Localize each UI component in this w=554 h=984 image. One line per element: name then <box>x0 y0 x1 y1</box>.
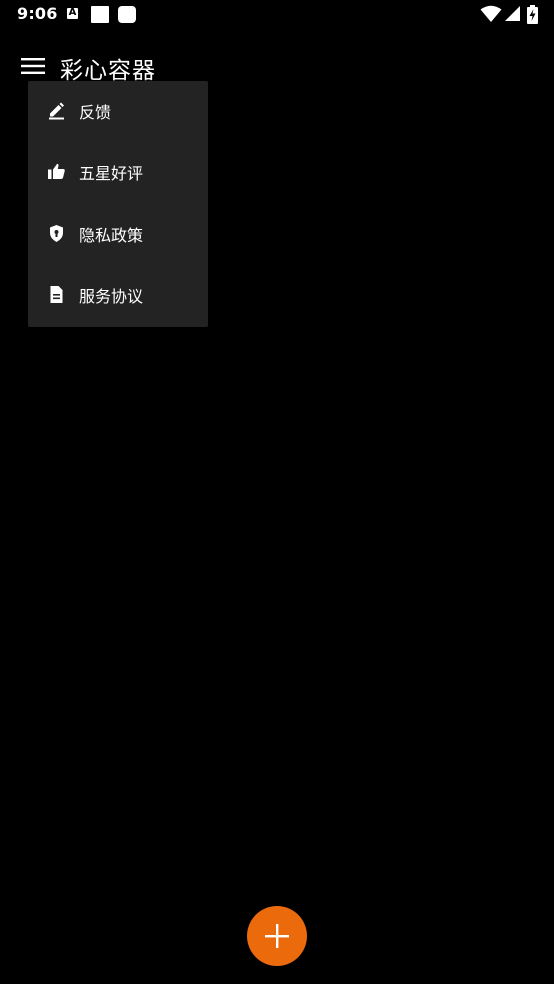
app-title: 彩心容器 <box>60 58 156 84</box>
menu-item-service-agreement[interactable]: 服务协议 <box>28 265 208 326</box>
square-notification-icon <box>91 6 109 23</box>
menu-item-five-star[interactable]: 五星好评 <box>28 142 208 203</box>
menu-item-label: 五星好评 <box>79 164 144 183</box>
menu-icon[interactable] <box>21 57 45 75</box>
a-notification-letter: A <box>68 7 77 18</box>
status-time: 9:06 <box>17 4 58 23</box>
thumb-up-icon <box>48 163 65 179</box>
a-notification-icon: A <box>67 7 78 19</box>
overflow-menu: 反馈 五星好评 隐私政策 服务协议 <box>28 81 208 327</box>
edit-icon <box>49 102 64 120</box>
signal-icon <box>505 6 520 21</box>
menu-item-feedback[interactable]: 反馈 <box>28 81 208 142</box>
rounded-square-notification-icon <box>118 6 136 23</box>
menu-item-label: 服务协议 <box>79 287 144 306</box>
status-bar: 9:06 A <box>0 0 554 30</box>
plus-icon <box>265 924 289 948</box>
menu-item-label: 隐私政策 <box>79 226 144 245</box>
wifi-icon <box>480 5 502 22</box>
document-icon <box>50 286 63 303</box>
shield-icon <box>50 225 63 242</box>
battery-charging-icon <box>527 5 538 24</box>
menu-item-label: 反馈 <box>79 103 112 122</box>
menu-item-privacy-policy[interactable]: 隐私政策 <box>28 204 208 265</box>
add-fab-button[interactable] <box>247 906 307 966</box>
